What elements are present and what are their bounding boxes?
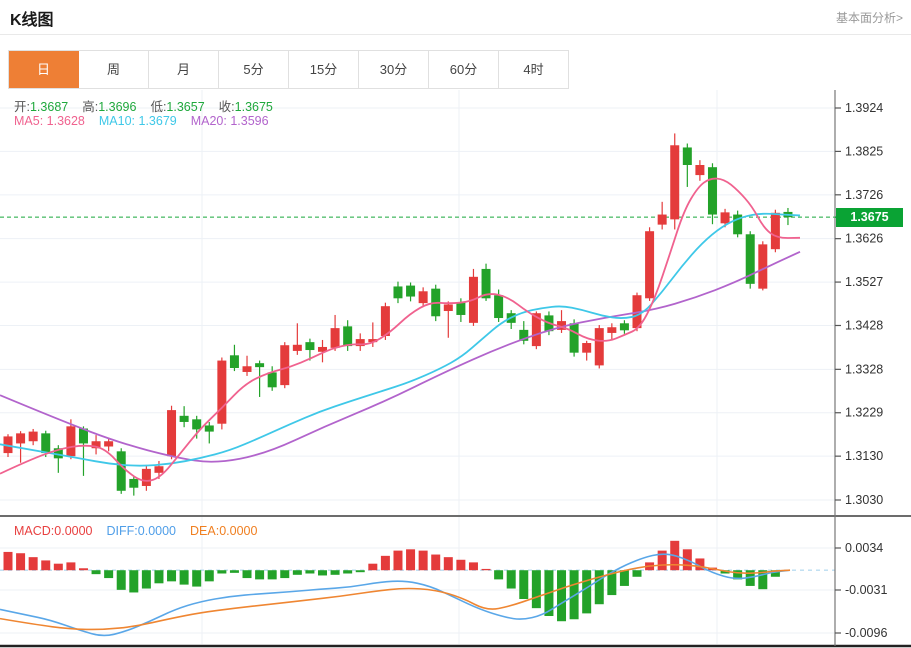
price-axis-label: 1.3527 — [845, 275, 883, 289]
fundamental-analysis-link[interactable]: 基本面分析> — [836, 9, 903, 26]
tab-timeframe-0[interactable]: 日 — [9, 51, 79, 88]
price-axis-label: 1.3726 — [845, 188, 883, 202]
legend-value: 1.3628 — [47, 114, 85, 128]
ma20-line — [0, 252, 800, 462]
legend-value: 0.0000 — [219, 524, 257, 538]
page-title: K线图 — [10, 6, 54, 30]
legend-label: MA5: — [14, 114, 47, 128]
price-axis-label: 1.3825 — [845, 144, 883, 158]
ohlc-legend: 开:1.3687 高:1.3696 低:1.3657 收:1.3675 — [14, 96, 287, 115]
ma-legend: MA5: 1.3628 MA10: 1.3679 MA20: 1.3596 — [14, 114, 283, 128]
tab-timeframe-7[interactable]: 4时 — [499, 51, 568, 88]
macd-axis-label: -0.0096 — [845, 626, 887, 640]
timeframe-tab-bar: 日周月5分15分30分60分4时 — [8, 50, 569, 89]
macd-axis-label: 0.0034 — [845, 541, 883, 555]
legend-label: MACD: — [14, 524, 54, 538]
legend-label: MA10: — [99, 114, 139, 128]
reference-lines — [0, 217, 835, 570]
macd-legend: MACD:0.0000DIFF:0.0000DEA:0.0000 — [14, 524, 271, 538]
legend-label: MA20: — [191, 114, 231, 128]
legend-label: 低: — [150, 100, 166, 114]
legend-value: 1.3696 — [98, 100, 136, 114]
price-axis-label: 1.3229 — [845, 406, 883, 420]
legend-value: 0.0000 — [54, 524, 92, 538]
price-axis-label: 1.3328 — [845, 362, 883, 376]
legend-value: 1.3675 — [235, 100, 273, 114]
price-axis: 1.3924 1.3825 1.3726 1.3626 1.3527 1.3428 1.33… — [835, 101, 883, 507]
tab-timeframe-3[interactable]: 5分 — [219, 51, 289, 88]
price-axis-label: 1.3130 — [845, 449, 883, 463]
price-axis-label: 1.3030 — [845, 493, 883, 507]
legend-value: 1.3657 — [166, 100, 204, 114]
tab-timeframe-5[interactable]: 30分 — [359, 51, 429, 88]
legend-label: 高: — [82, 100, 98, 114]
macd-axis: 0.0034 -0.0031 -0.0096 — [835, 541, 887, 640]
legend-label: 收: — [219, 100, 235, 114]
legend-value: 0.0000 — [138, 524, 176, 538]
legend-label: DEA: — [190, 524, 219, 538]
tab-timeframe-1[interactable]: 周 — [79, 51, 149, 88]
price-axis-label: 1.3924 — [845, 101, 883, 115]
ma10-line — [0, 214, 800, 466]
price-axis-label: 1.3626 — [845, 232, 883, 246]
candles — [4, 133, 793, 495]
macd-axis-label: -0.0031 — [845, 583, 887, 597]
current-price-tag: 1.3675 — [836, 208, 903, 227]
legend-label: DIFF: — [107, 524, 138, 538]
title-divider — [0, 34, 911, 35]
ma-lines — [0, 179, 800, 481]
legend-label: 开: — [14, 100, 30, 114]
legend-value: 1.3679 — [139, 114, 177, 128]
legend-value: 1.3596 — [230, 114, 268, 128]
tab-timeframe-2[interactable]: 月 — [149, 51, 219, 88]
tab-timeframe-4[interactable]: 15分 — [289, 51, 359, 88]
legend-value: 1.3687 — [30, 100, 68, 114]
price-axis-label: 1.3428 — [845, 318, 883, 332]
tab-timeframe-6[interactable]: 60分 — [429, 51, 499, 88]
ma5-line — [0, 179, 800, 481]
